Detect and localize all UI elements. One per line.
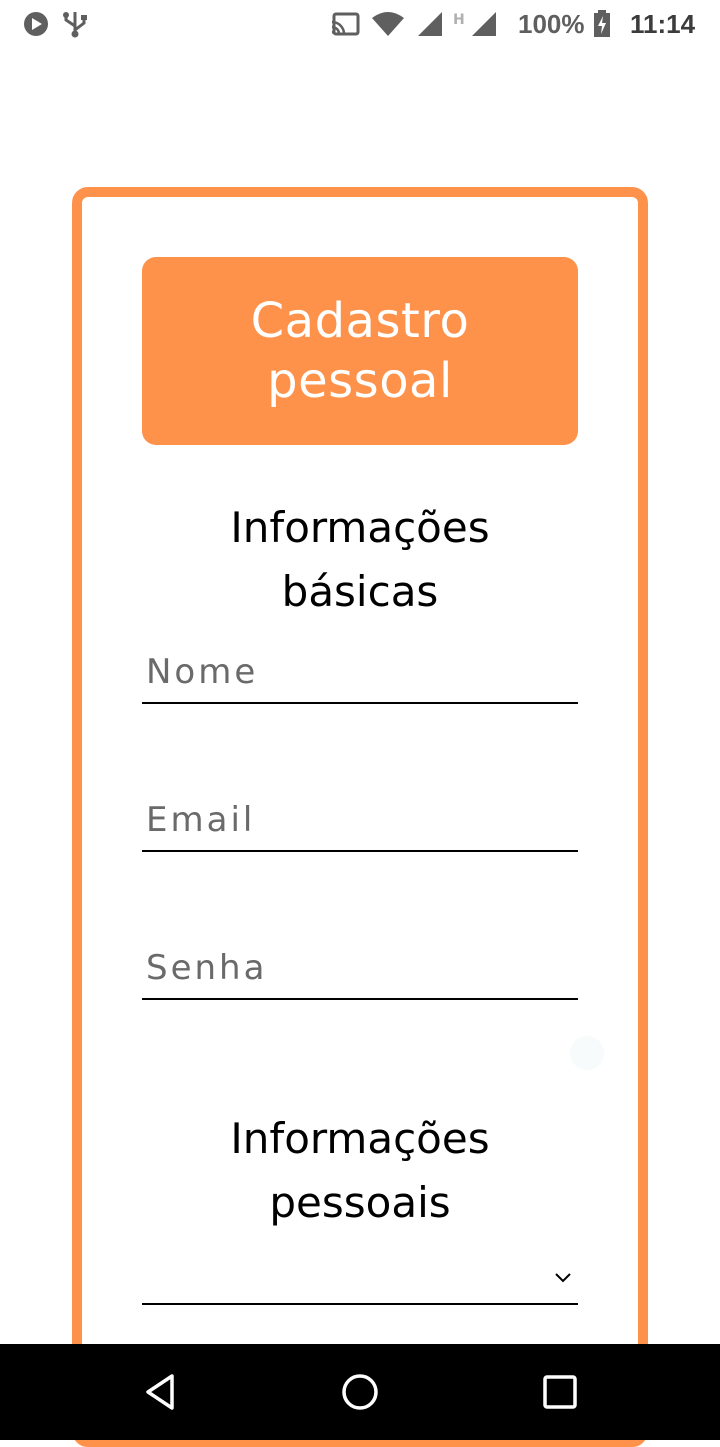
email-input[interactable]: [146, 800, 566, 840]
basic-info-heading: Informações básicas: [142, 496, 578, 624]
page-title: Cadastro pessoal: [250, 293, 470, 409]
basic-info-heading-text: Informações básicas: [230, 503, 490, 616]
cellular-signal-icon: [418, 12, 442, 36]
h-network-icon: H: [453, 12, 465, 28]
recents-icon[interactable]: [538, 1370, 582, 1414]
status-bar: H 100% 11:14: [0, 0, 720, 50]
navigation-bar: [0, 1344, 720, 1440]
password-input[interactable]: [146, 948, 566, 988]
usb-icon: [63, 12, 87, 38]
name-field[interactable]: [142, 644, 578, 704]
clock: 11:14: [630, 9, 696, 39]
header-banner: Cadastro pessoal: [142, 257, 578, 445]
ripple-indicator: [570, 1036, 604, 1070]
personal-info-select[interactable]: [142, 1254, 578, 1305]
cast-icon: [331, 12, 360, 36]
personal-info-heading: Informações pessoais: [142, 1107, 578, 1235]
name-input[interactable]: [146, 652, 566, 692]
chevron-down-icon[interactable]: [554, 1272, 572, 1284]
battery-percent: 100%: [518, 9, 585, 39]
personal-info-heading-text: Informações pessoais: [230, 1114, 490, 1227]
battery-charging-icon: [594, 10, 610, 37]
wifi-icon: [372, 12, 404, 36]
cellular-signal-2-icon: [472, 12, 496, 36]
play-store-notification-icon: [24, 12, 48, 36]
svg-text:H: H: [453, 12, 465, 28]
password-field[interactable]: [142, 940, 578, 1000]
home-icon[interactable]: [338, 1370, 382, 1414]
email-field[interactable]: [142, 792, 578, 852]
back-icon[interactable]: [138, 1370, 182, 1414]
